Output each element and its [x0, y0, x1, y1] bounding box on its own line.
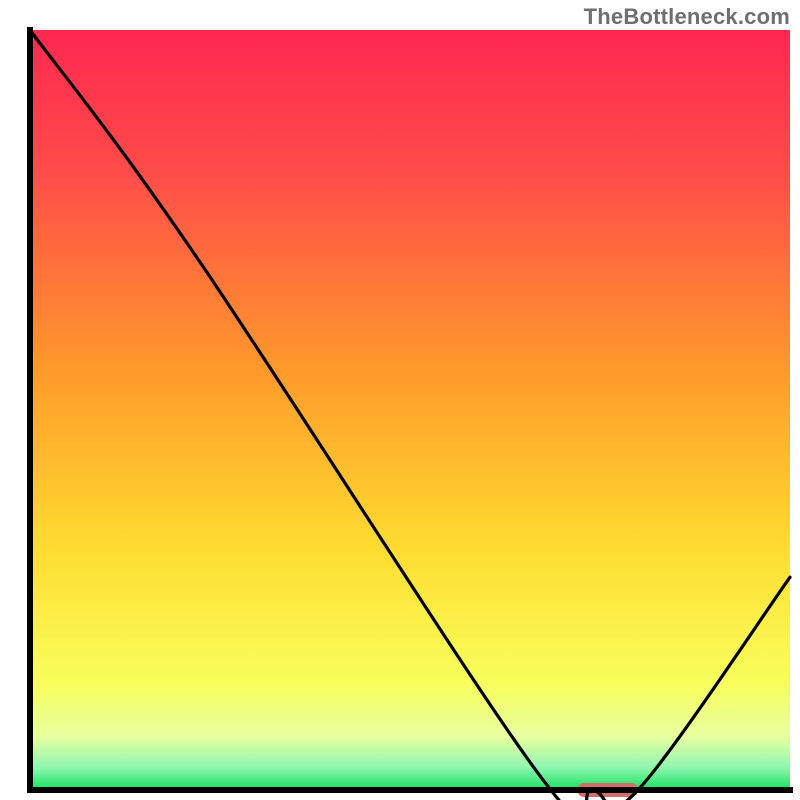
- plot-background: [30, 30, 790, 790]
- chart-svg: [0, 0, 800, 800]
- chart-root: TheBottleneck.com: [0, 0, 800, 800]
